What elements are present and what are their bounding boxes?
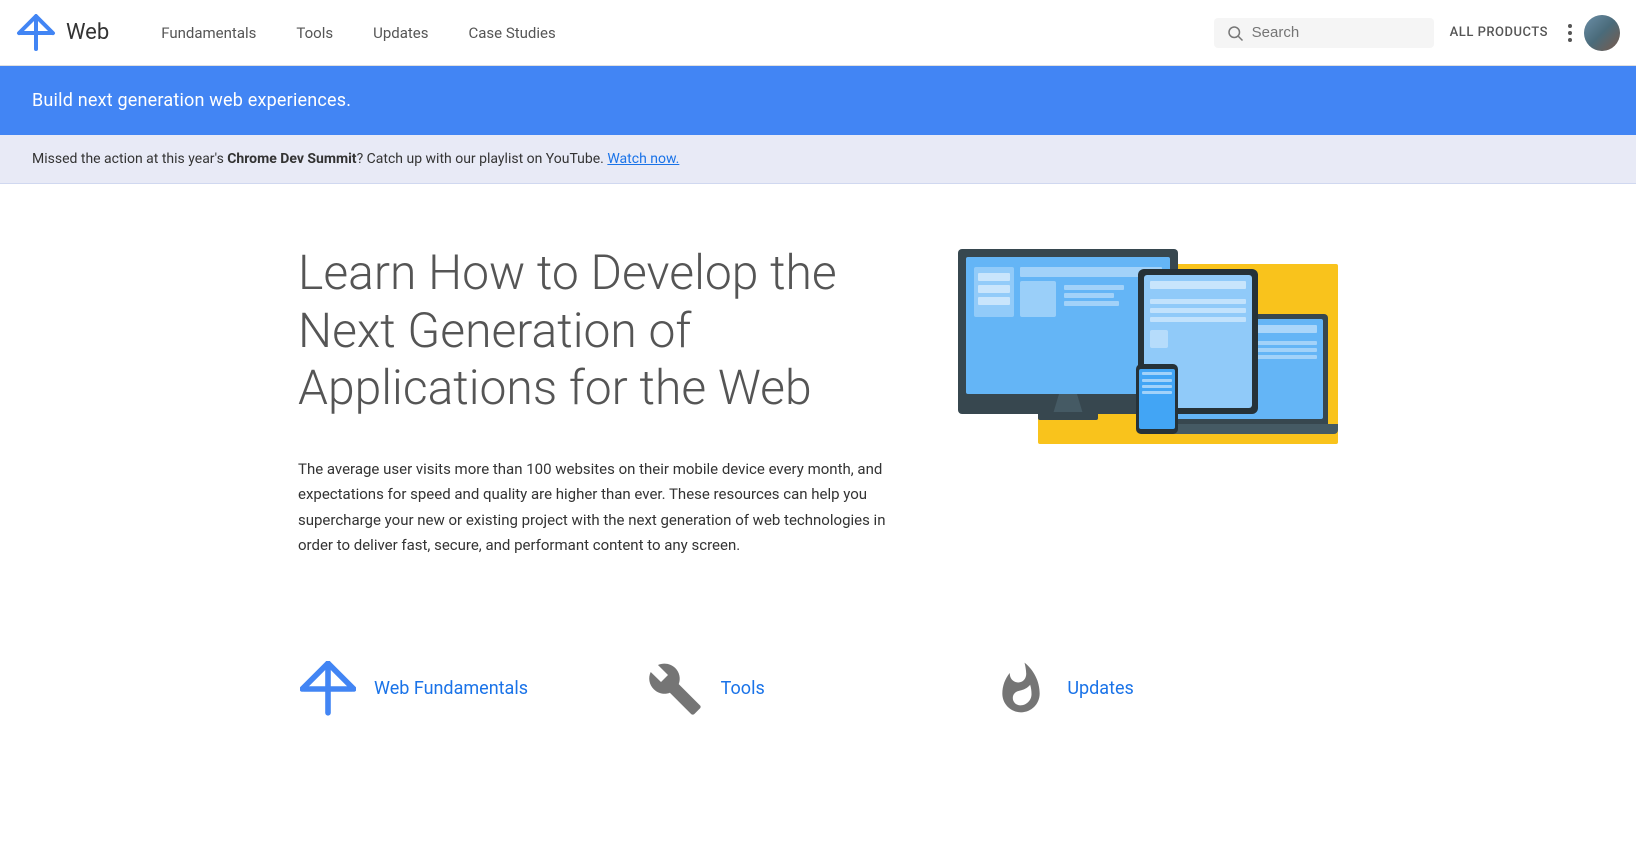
phone-screen <box>1139 369 1175 429</box>
phone-line <box>1142 379 1172 382</box>
tools-icon <box>645 659 705 719</box>
nav-item-tools[interactable]: Tools <box>276 0 353 66</box>
snowflake-card-icon <box>300 661 356 717</box>
screen-line <box>1064 285 1124 290</box>
more-dot <box>1568 31 1572 35</box>
updates-label: Updates <box>1067 678 1133 699</box>
more-options-button[interactable] <box>1564 20 1576 46</box>
card-web-fundamentals[interactable]: Web Fundamentals <box>298 639 645 739</box>
hero-banner: Build next generation web experiences. <box>0 66 1636 135</box>
nav-links: Fundamentals Tools Updates Case Studies <box>141 0 1213 66</box>
phone-line <box>1142 385 1172 388</box>
hero-right <box>958 244 1338 444</box>
search-input[interactable] <box>1252 24 1422 41</box>
navbar: Web Fundamentals Tools Updates Case Stud… <box>0 0 1636 66</box>
card-updates[interactable]: Updates <box>991 639 1338 739</box>
screen-line <box>1064 301 1119 306</box>
web-fundamentals-icon <box>298 659 358 719</box>
logo-text: Web <box>66 20 109 45</box>
sidebar-block <box>978 285 1010 293</box>
monitor-base <box>1038 412 1098 420</box>
devices-illustration <box>958 224 1338 444</box>
announcement-prefix: Missed the action at this year's <box>32 151 227 167</box>
nav-item-fundamentals[interactable]: Fundamentals <box>141 0 276 66</box>
card-tools[interactable]: Tools <box>645 639 992 739</box>
tablet-image-block <box>1150 330 1168 348</box>
monitor-stand <box>1053 394 1083 414</box>
phone-lines <box>1142 379 1172 394</box>
announcement-bar: Missed the action at this year's Chrome … <box>0 135 1636 184</box>
phone-line <box>1142 391 1172 394</box>
screen-lines <box>1064 285 1124 317</box>
tablet-line <box>1150 299 1246 304</box>
logo-snowflake-icon <box>16 13 56 53</box>
main-heading: Learn How to Develop the Next Generation… <box>298 244 898 417</box>
more-dot <box>1568 38 1572 42</box>
hero-left: Learn How to Develop the Next Generation… <box>298 244 898 559</box>
hero-banner-text: Build next generation web experiences. <box>32 90 351 111</box>
search-icon <box>1226 24 1244 42</box>
avatar[interactable] <box>1584 15 1620 51</box>
navbar-right: ALL PRODUCTS <box>1214 15 1620 51</box>
screen-image-block <box>1020 281 1056 317</box>
more-dot <box>1568 24 1572 28</box>
screen-sidebar <box>974 267 1014 317</box>
nav-item-updates[interactable]: Updates <box>353 0 448 66</box>
sidebar-block <box>978 297 1010 305</box>
phone-screen-header <box>1142 372 1172 375</box>
announcement-suffix: ? Catch up with our playlist on YouTube. <box>357 151 608 167</box>
tools-label: Tools <box>721 678 765 699</box>
logo-link[interactable]: Web <box>16 13 109 53</box>
phone-illustration <box>1136 364 1178 434</box>
updates-icon <box>991 659 1051 719</box>
sidebar-block <box>978 273 1010 281</box>
main-description: The average user visits more than 100 we… <box>298 457 898 559</box>
avatar-image <box>1584 15 1620 51</box>
tablet-lines <box>1150 299 1246 348</box>
screen-line <box>1064 293 1114 298</box>
tablet-screen-header <box>1150 281 1246 289</box>
main-content: Learn How to Develop the Next Generation… <box>218 184 1418 599</box>
tablet-line <box>1150 308 1246 313</box>
wrench-card-icon <box>647 661 703 717</box>
search-container[interactable] <box>1214 18 1434 48</box>
hero-section: Learn How to Develop the Next Generation… <box>298 244 1338 559</box>
all-products-button[interactable]: ALL PRODUCTS <box>1442 25 1556 40</box>
tablet-line <box>1150 317 1246 322</box>
flame-card-icon <box>993 661 1049 717</box>
announcement-summit-name: Chrome Dev Summit <box>227 151 356 167</box>
bottom-cards: Web Fundamentals Tools Updates <box>218 599 1418 739</box>
nav-item-case-studies[interactable]: Case Studies <box>448 0 575 66</box>
web-fundamentals-label: Web Fundamentals <box>374 678 528 699</box>
watch-now-link[interactable]: Watch now. <box>607 151 679 167</box>
